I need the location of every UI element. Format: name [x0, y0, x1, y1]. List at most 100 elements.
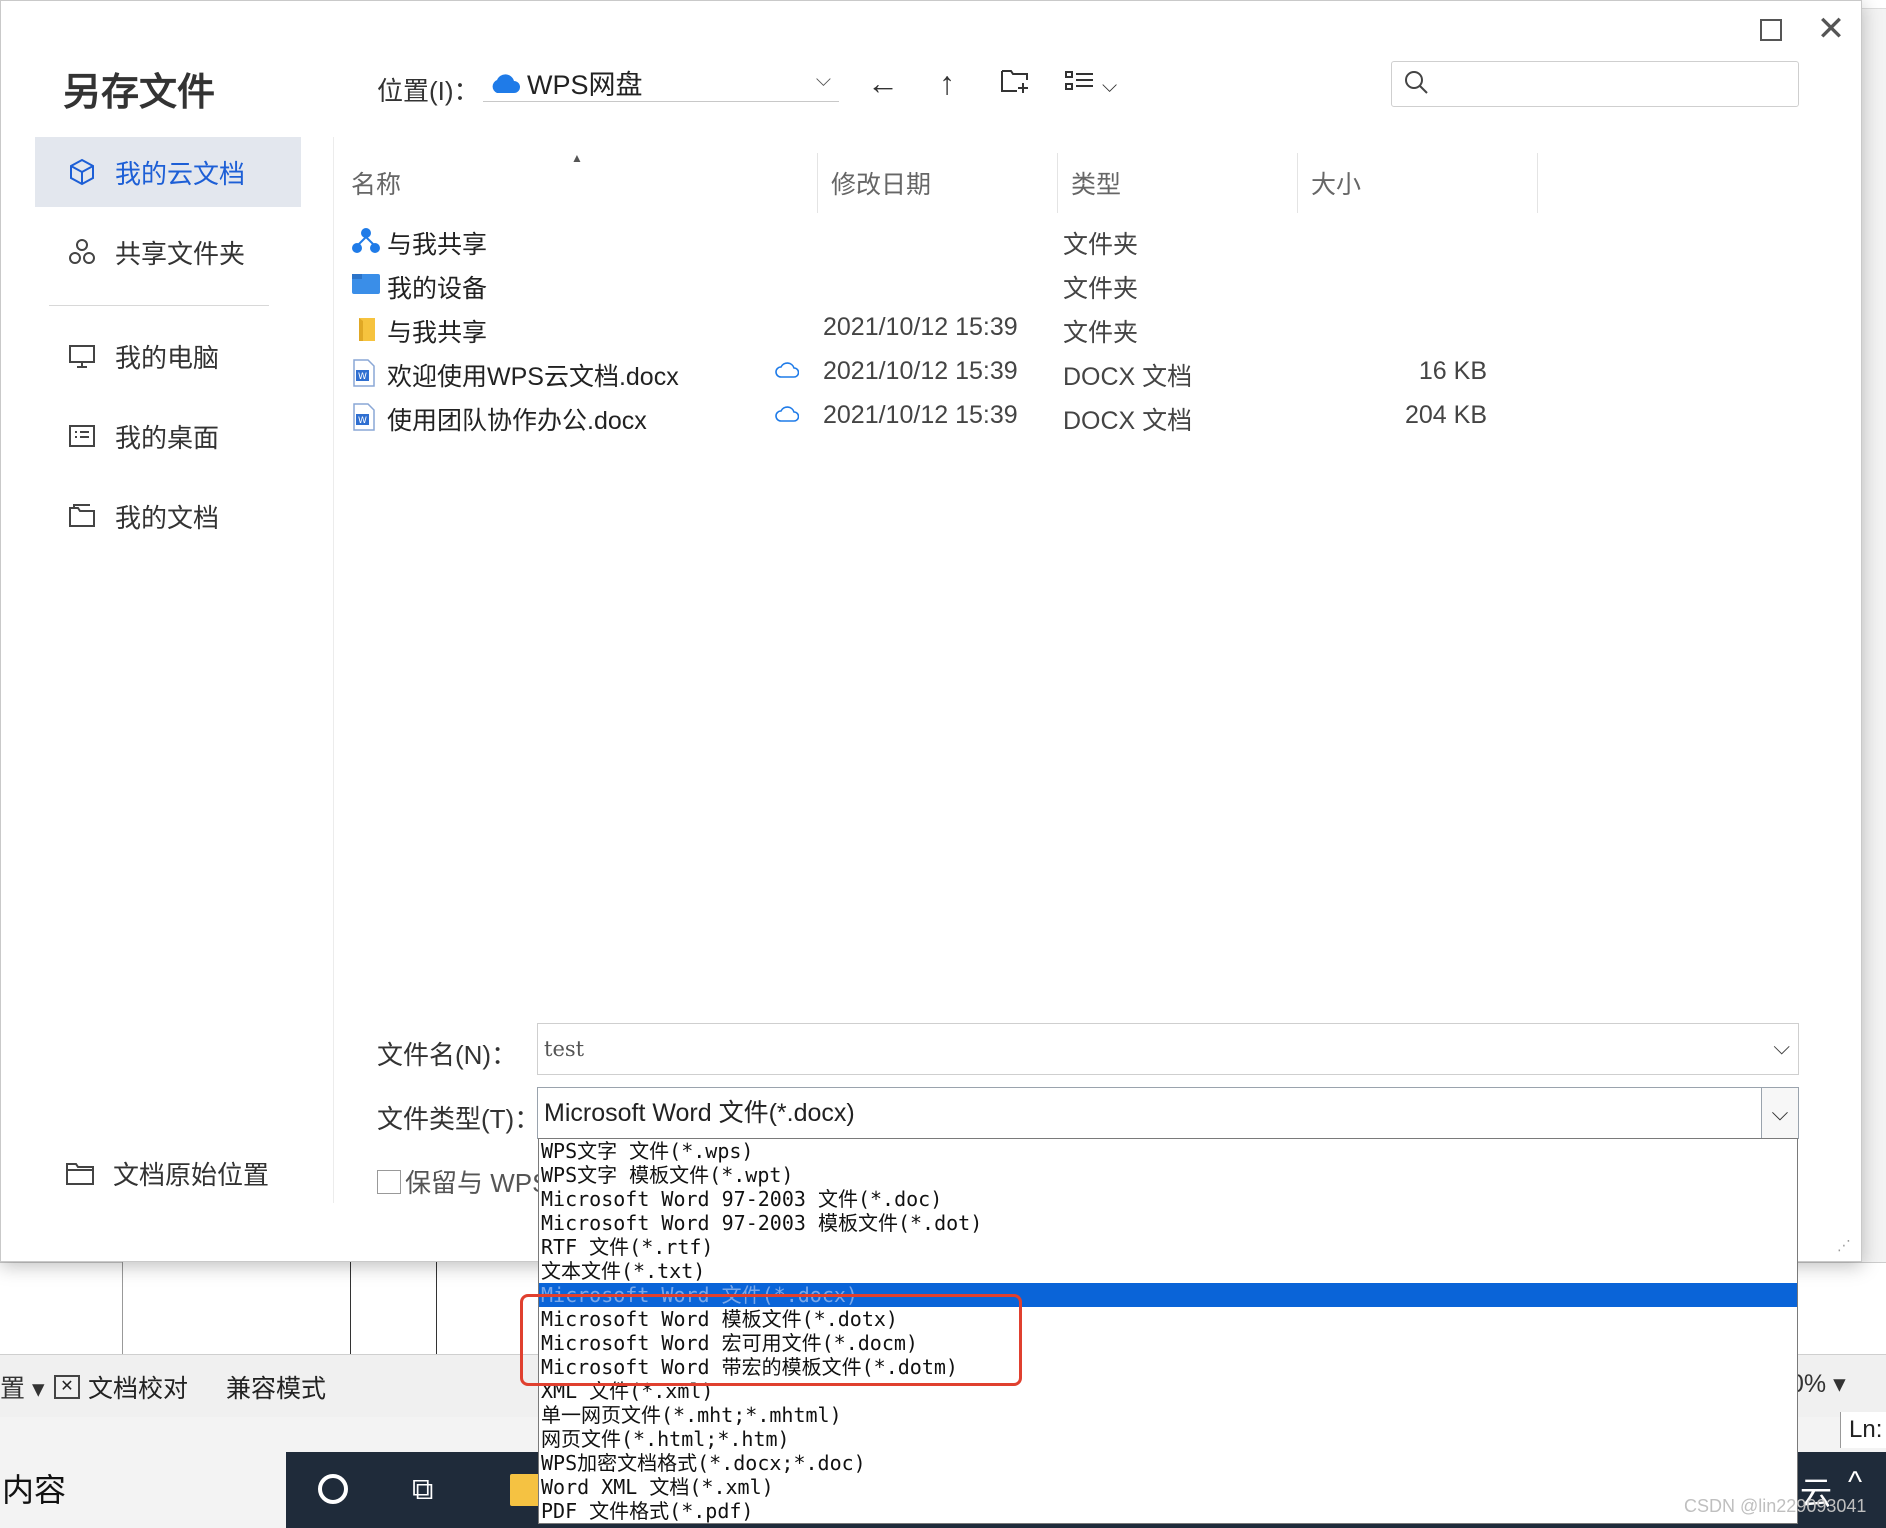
search-input[interactable]	[1436, 63, 1798, 105]
up-button[interactable]: ↑	[927, 63, 967, 103]
cloud-sync-icon	[775, 357, 800, 386]
column-header-type[interactable]: 类型	[1071, 165, 1121, 201]
folder-icon	[351, 315, 379, 343]
sort-ascending-icon: ▲	[571, 151, 583, 165]
file-type: 文件夹	[1063, 231, 1139, 259]
proofread-label: 文档校对	[88, 1375, 189, 1403]
proofread-button[interactable]: ✕ 文档校对	[54, 1369, 188, 1405]
cortana-icon[interactable]	[318, 1474, 348, 1504]
chevron-down-icon: ⌵	[1102, 75, 1118, 97]
file-row-my-devices[interactable]: 我的设备 文件夹	[347, 263, 1547, 305]
file-name: 我的设备	[387, 275, 488, 303]
sidebar-item-my-computer[interactable]: 我的电脑	[35, 321, 301, 391]
save-as-dialog: ✕ 另存文件 我的云文档 共享文件夹 我的电脑 我的桌面 我的文档 文档原始位置…	[0, 0, 1862, 1262]
arrow-left-icon: ←	[867, 65, 899, 101]
filetype-option[interactable]: PDF 文件格式(*.pdf)	[539, 1499, 1797, 1523]
maximize-button[interactable]	[1749, 9, 1793, 49]
device-folder-icon	[351, 271, 380, 299]
original-location-button[interactable]: 文档原始位置	[65, 1155, 269, 1192]
compat-mode-label[interactable]: 兼容模式	[226, 1369, 326, 1405]
location-value: WPS网盘	[527, 69, 643, 100]
filetype-select[interactable]: Microsoft Word 文件(*.docx) ⌵	[537, 1087, 1799, 1139]
keep-checkbox[interactable]	[377, 1169, 401, 1194]
task-view-icon[interactable]: ⧉	[412, 1474, 448, 1506]
close-button[interactable]: ✕	[1809, 9, 1853, 49]
new-folder-icon	[1000, 65, 1030, 101]
close-icon: ✕	[1816, 10, 1846, 48]
chevron-down-icon[interactable]: ⌵	[1773, 1034, 1790, 1060]
maximize-icon	[1760, 19, 1782, 41]
column-header-name[interactable]: 名称	[351, 165, 401, 201]
sidebar-item-label: 共享文件夹	[115, 238, 246, 269]
sidebar-separator	[333, 137, 334, 1203]
monitor-icon	[67, 341, 97, 371]
filename-field[interactable]: ⌵	[537, 1023, 1799, 1075]
cloud-sync-icon	[775, 401, 800, 430]
filetype-option[interactable]: Microsoft Word 97-2003 模板文件(*.dot)	[539, 1211, 1797, 1235]
sidebar-item-my-cloud-docs[interactable]: 我的云文档	[35, 137, 301, 207]
column-separator[interactable]	[1057, 153, 1058, 213]
filetype-option[interactable]: Microsoft Word 97-2003 文件(*.doc)	[539, 1187, 1797, 1211]
cube-icon	[67, 157, 97, 187]
file-row-shared-folder[interactable]: 与我共享 2021/10/12 15:39 文件夹	[347, 307, 1547, 349]
svg-text:W: W	[358, 372, 367, 382]
file-row-shared-with-me[interactable]: 与我共享 文件夹	[347, 219, 1547, 261]
filetype-option[interactable]: 单一网页文件(*.mht;*.mhtml)	[539, 1403, 1797, 1427]
back-button[interactable]: ←	[863, 63, 903, 103]
tray-chevron-icon[interactable]: ^	[1848, 1466, 1862, 1500]
desktop-icon	[67, 421, 97, 451]
file-size: 16 KB	[1418, 357, 1487, 385]
taskbar-search-box[interactable]: 内容	[0, 1452, 286, 1528]
filetype-value: Microsoft Word 文件(*.docx)	[544, 1099, 855, 1127]
column-header-size[interactable]: 大小	[1311, 165, 1361, 201]
status-left-label[interactable]: 置 ▾	[0, 1369, 45, 1405]
background-table-line	[436, 1262, 437, 1354]
search-box[interactable]	[1391, 61, 1799, 107]
file-type: DOCX 文档	[1063, 407, 1193, 435]
word-doc-icon: W	[351, 403, 379, 431]
location-label: 位置(I)：	[377, 76, 480, 106]
filetype-option[interactable]: RTF 文件(*.rtf)	[539, 1235, 1797, 1259]
column-separator[interactable]	[1297, 153, 1298, 213]
folder-outline-icon	[65, 1161, 95, 1187]
column-separator[interactable]	[1537, 153, 1538, 213]
column-header-modified[interactable]: 修改日期	[831, 165, 931, 201]
shared-people-icon	[351, 227, 380, 255]
sidebar-item-label: 我的云文档	[115, 158, 246, 189]
location-select[interactable]: WPS网盘 ⌵	[483, 63, 839, 102]
filetype-option[interactable]: WPS文字 文件(*.wps)	[539, 1139, 1797, 1163]
search-icon	[1402, 68, 1430, 101]
resize-grip-icon[interactable]: ⋰	[1837, 1237, 1855, 1255]
cloud-icon	[489, 71, 521, 93]
share-nodes-icon	[67, 237, 97, 267]
zoom-level[interactable]: 0% ▾	[1790, 1369, 1846, 1399]
file-explorer-icon[interactable]	[510, 1474, 540, 1506]
file-type: DOCX 文档	[1063, 363, 1193, 391]
chevron-down-icon[interactable]: ⌵	[1761, 1088, 1798, 1138]
file-name: 与我共享	[387, 319, 488, 347]
file-name: 欢迎使用WPS云文档.docx	[387, 363, 679, 391]
column-separator[interactable]	[817, 153, 818, 213]
file-modified: 2021/10/12 15:39	[823, 401, 1018, 429]
file-type: 文件夹	[1063, 275, 1139, 303]
line-indicator: Ln:	[1840, 1412, 1886, 1448]
file-row-team-doc[interactable]: W 使用团队协作办公.docx 2021/10/12 15:39 DOCX 文档…	[347, 395, 1547, 437]
sidebar-item-shared-folder[interactable]: 共享文件夹	[35, 217, 301, 287]
filetype-option[interactable]: 网页文件(*.html;*.htm)	[539, 1427, 1797, 1451]
dialog-title: 另存文件	[63, 72, 216, 114]
filetype-option[interactable]: WPS加密文档格式(*.docx;*.doc)	[539, 1451, 1797, 1475]
new-folder-button[interactable]	[995, 63, 1035, 103]
sidebar-item-my-documents[interactable]: 我的文档	[35, 481, 301, 551]
list-view-icon	[1064, 68, 1102, 98]
filetype-option[interactable]: 文本文件(*.txt)	[539, 1259, 1797, 1283]
filename-input[interactable]	[538, 1024, 1726, 1074]
file-name: 使用团队协作办公.docx	[387, 407, 647, 435]
documents-icon	[67, 501, 97, 531]
sidebar-item-my-desktop[interactable]: 我的桌面	[35, 401, 301, 471]
annotation-highlight-box	[520, 1294, 1022, 1386]
view-mode-button[interactable]: ⌵	[1061, 63, 1121, 103]
filetype-option[interactable]: Word XML 文档(*.xml)	[539, 1475, 1797, 1499]
keep-wps-option[interactable]: 保留与 WPS	[377, 1163, 549, 1200]
filetype-option[interactable]: WPS文字 模板文件(*.wpt)	[539, 1163, 1797, 1187]
file-row-welcome-doc[interactable]: W 欢迎使用WPS云文档.docx 2021/10/12 15:39 DOCX …	[347, 351, 1547, 393]
